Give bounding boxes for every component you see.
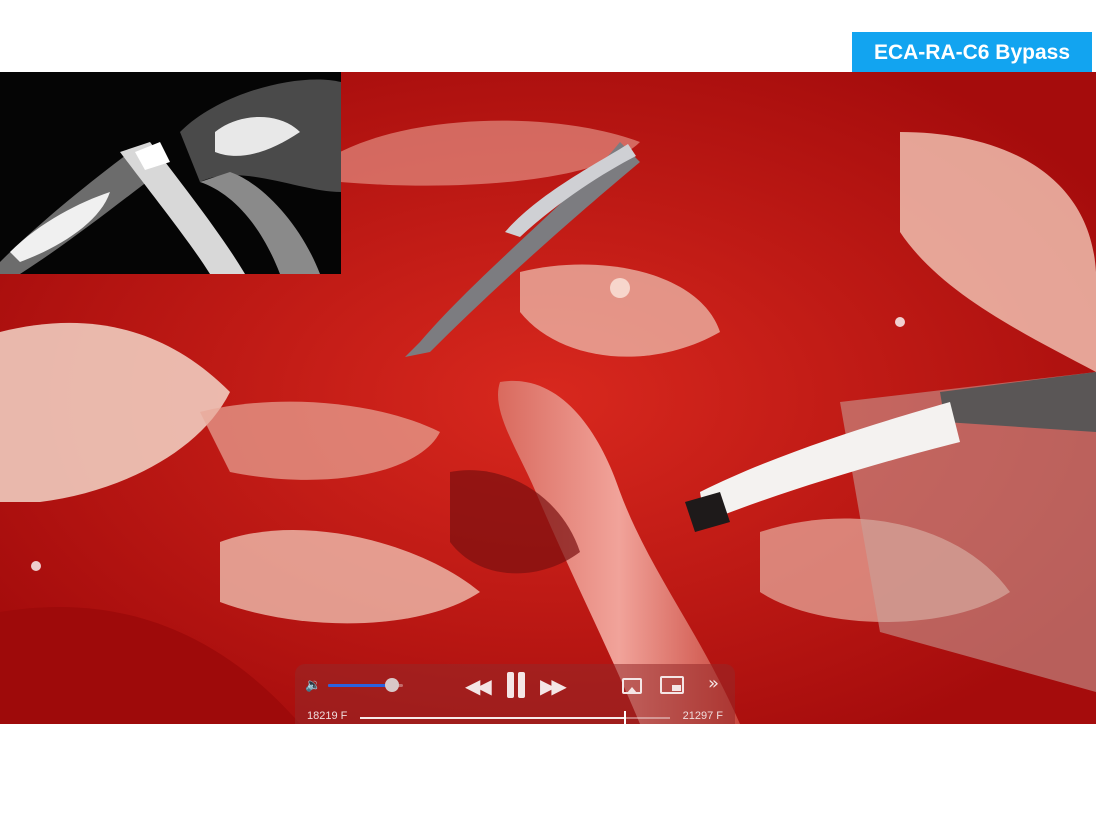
video-frame[interactable]: 🔉 ◀◀ ▶▶ » 18219 F 21297 F <box>0 72 1096 724</box>
rewind-icon[interactable]: ◀◀ <box>465 674 492 698</box>
pause-icon[interactable] <box>505 672 527 698</box>
speaker-icon[interactable]: 🔉 <box>305 678 321 693</box>
scrubber[interactable] <box>360 711 670 724</box>
volume-knob[interactable] <box>384 678 399 692</box>
fast-forward-icon[interactable]: ▶▶ <box>540 674 567 698</box>
volume-slider[interactable] <box>328 678 403 692</box>
more-icon[interactable]: » <box>708 673 719 694</box>
title-badge: ECA-RA-C6 Bypass <box>852 32 1092 74</box>
airplay-icon[interactable] <box>622 678 642 694</box>
time-start: 18219 F <box>307 710 348 722</box>
fluorescence-image <box>0 72 341 274</box>
time-end: 21297 F <box>682 710 723 722</box>
pip-icon[interactable] <box>660 676 684 694</box>
scrubber-fill <box>360 717 624 719</box>
volume-fill <box>328 684 392 687</box>
playhead[interactable] <box>623 711 626 724</box>
video-controls: 🔉 ◀◀ ▶▶ » 18219 F 21297 F <box>295 664 735 724</box>
angiography-inset <box>0 72 341 274</box>
